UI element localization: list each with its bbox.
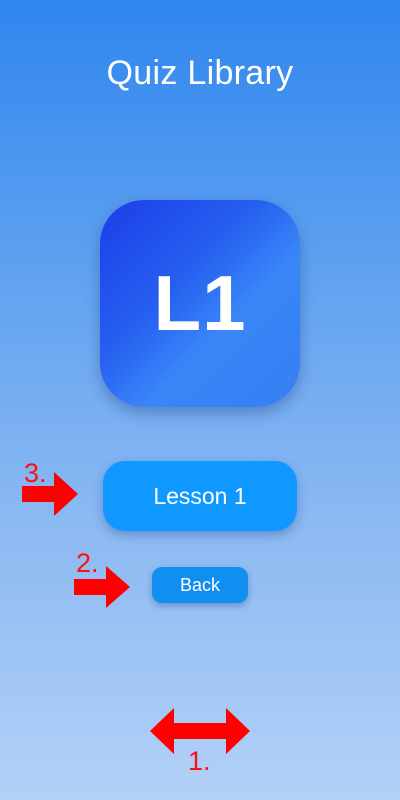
lesson-1-button[interactable]: Lesson 1 xyxy=(103,461,297,531)
lesson-1-tile[interactable]: L1 xyxy=(100,200,300,407)
back-button[interactable]: Back xyxy=(152,567,248,603)
right-arrow-icon xyxy=(22,472,78,516)
lesson-tile-label: L1 xyxy=(153,259,247,347)
annotation-1-label: 1. xyxy=(188,746,211,776)
right-arrow-icon xyxy=(74,566,130,608)
quiz-library-screen: Quiz Library L1 Lesson 1 Back 3. 2. 1. xyxy=(0,0,400,800)
page-title: Quiz Library xyxy=(106,54,294,92)
